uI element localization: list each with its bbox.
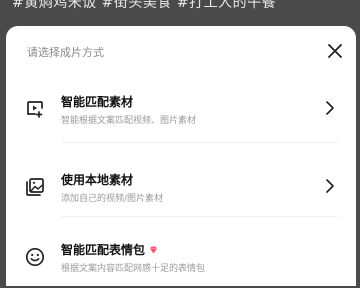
option-title: 智能匹配表情包 (61, 241, 158, 258)
smiley-icon (25, 247, 45, 267)
divider (61, 216, 338, 217)
gallery-icon (26, 178, 44, 196)
option-description: 智能根据文案匹配视频、图片素材 (61, 116, 197, 126)
option-title: 智能匹配素材 (61, 95, 134, 109)
option-description: 根据文案内容匹配网感十足的表情包 (61, 264, 206, 274)
option-description: 添加自己的视频/图片素材 (61, 194, 164, 204)
sheet-title: 请选择成片方式 (27, 46, 104, 59)
diamond-badge-icon (150, 246, 158, 253)
option-smart-match-sticker[interactable]: 智能匹配表情包 根据文案内容匹配网感十足的表情包 (6, 228, 356, 288)
close-button[interactable] (324, 40, 346, 62)
background-hashtags: #黄焖鸡米饭 #街头美食 #打工人的午餐 (12, 0, 277, 11)
chevron-right-icon (326, 101, 334, 115)
close-icon (328, 44, 342, 58)
option-title: 使用本地素材 (61, 173, 134, 187)
option-smart-match-material[interactable]: 智能匹配素材 智能根据文案匹配视频、图片素材 (6, 80, 356, 140)
selection-bottom-sheet: 请选择成片方式 智能匹配素材 智能根据文案匹配视频、图片素材 使用本地素材 添加… (6, 26, 356, 286)
chevron-right-icon (326, 179, 334, 193)
video-play-icon (27, 101, 43, 118)
option-use-local-material[interactable]: 使用本地素材 添加自己的视频/图片素材 (6, 158, 356, 218)
divider (61, 142, 338, 143)
option-title-text: 智能匹配表情包 (61, 243, 146, 257)
